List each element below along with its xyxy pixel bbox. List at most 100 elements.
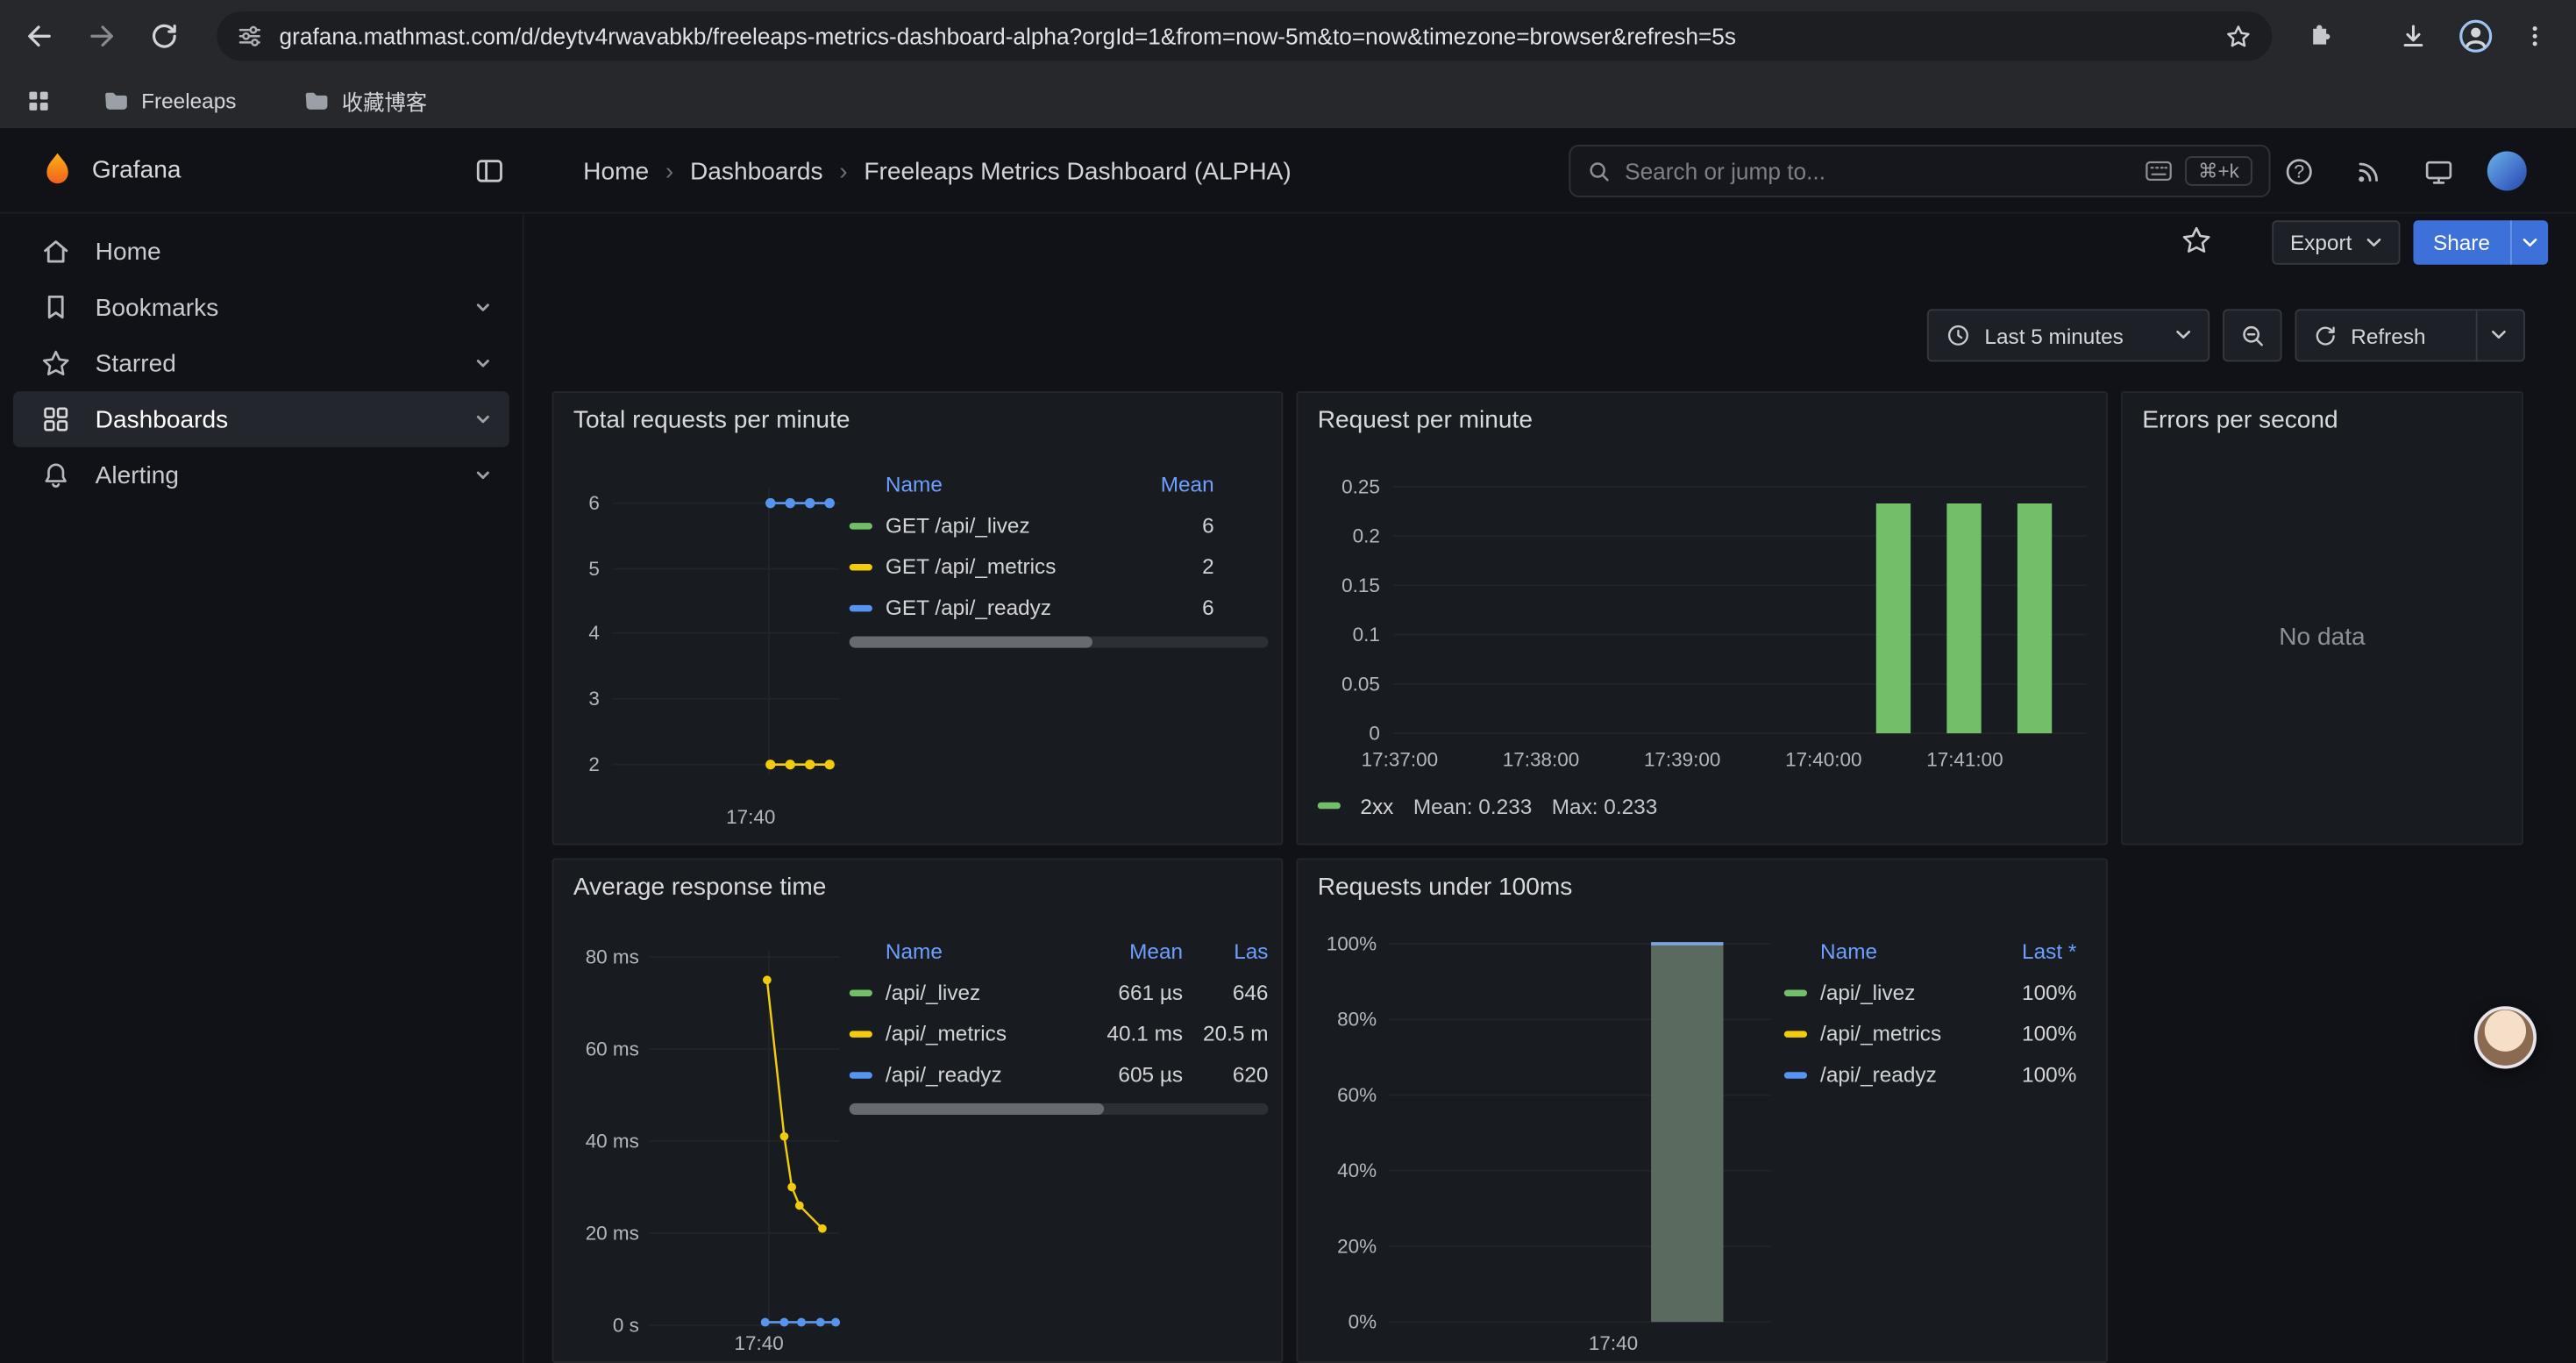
series-color-dash	[850, 1071, 872, 1077]
legend-col-last[interactable]: Las	[1183, 938, 1268, 962]
legend-col-name[interactable]: Name	[886, 471, 1122, 496]
svg-text:20%: 20%	[1337, 1235, 1377, 1257]
panel-title[interactable]: Errors per second	[2142, 406, 2338, 434]
legend-col-last[interactable]: Last *	[1984, 938, 2076, 962]
legend-scrollbar[interactable]	[850, 1103, 1269, 1115]
search-input[interactable]	[1625, 158, 2132, 184]
refresh-button[interactable]: Refresh	[2295, 309, 2525, 361]
svg-text:80%: 80%	[1337, 1009, 1377, 1031]
export-button[interactable]: Export	[2272, 220, 2399, 265]
site-settings-icon[interactable]	[237, 23, 263, 49]
apps-grid-icon[interactable]	[13, 75, 62, 125]
favorite-star-icon[interactable]	[2180, 224, 2212, 256]
svg-text:17:41:00: 17:41:00	[1926, 749, 2003, 771]
svg-text:60 ms: 60 ms	[586, 1038, 639, 1060]
svg-text:0.25: 0.25	[1341, 475, 1380, 497]
share-label[interactable]: Share	[2413, 220, 2509, 265]
legend-col-mean[interactable]: Mean	[1081, 938, 1183, 962]
sidebar-item-label: Starred	[96, 349, 176, 377]
series-color-dash	[1784, 1030, 1807, 1036]
sidebar-item-starred[interactable]: Starred	[13, 335, 509, 391]
svg-text:0.1: 0.1	[1353, 624, 1380, 646]
grafana-app: Grafana Home › Dashboards › Freeleaps Me…	[0, 128, 2576, 1363]
series-color-dash	[850, 1030, 872, 1036]
chevron-down-icon[interactable]	[473, 410, 493, 429]
svg-text:80 ms: 80 ms	[586, 946, 639, 968]
sidebar-item-label: Alerting	[96, 461, 179, 489]
legend-table: Name Last * /api/_livez 100% /api/_metri…	[1784, 929, 2077, 1095]
nav-sidebar: Home Bookmarks Starred Dashboards Alerti…	[0, 214, 524, 1363]
breadcrumb-home[interactable]: Home	[583, 157, 649, 185]
legend-row: /api/_metrics 40.1 ms 20.5 m	[850, 1013, 1269, 1054]
legend-col-name[interactable]: Name	[886, 938, 1081, 962]
chevron-down-icon[interactable]	[473, 466, 493, 485]
svg-text:?: ?	[2293, 160, 2303, 181]
svg-text:5: 5	[588, 558, 599, 580]
svg-text:4: 4	[588, 622, 599, 644]
series-name[interactable]: 2xx	[1360, 793, 1393, 817]
browser-menu-icon[interactable]	[2510, 11, 2559, 61]
svg-text:17:40: 17:40	[735, 1332, 784, 1354]
back-icon[interactable]	[15, 11, 64, 61]
legend-row: /api/_livez 661 µs 646	[850, 972, 1269, 1013]
dashboard-main: Export Share Last 5 minutes Refresh	[524, 214, 2576, 1363]
series-color-dash	[850, 989, 872, 995]
sidebar-item-home[interactable]: Home	[13, 224, 509, 280]
chevron-down-icon[interactable]	[473, 353, 493, 373]
share-menu-caret[interactable]	[2509, 220, 2547, 265]
reload-icon[interactable]	[139, 11, 189, 61]
series-color-dash	[1784, 989, 1807, 995]
panel-requests-under-100ms: Requests under 100ms 100%80%60%40%20%0%1…	[1296, 859, 2108, 1363]
search-box[interactable]: ⌘+k	[1569, 145, 2270, 197]
breadcrumb: Home › Dashboards › Freeleaps Metrics Da…	[583, 128, 1292, 213]
breadcrumb-separator: ›	[839, 157, 847, 185]
bookmark-blogs[interactable]: 收藏博客	[293, 81, 438, 120]
panel-total-requests: Total requests per minute 6543217:40 Nam…	[552, 391, 1284, 845]
svg-text:60%: 60%	[1337, 1084, 1377, 1106]
sidebar-item-dashboards[interactable]: Dashboards	[13, 391, 509, 447]
grafana-wordmark[interactable]: Grafana	[92, 156, 181, 184]
legend-table: Name Mean Las /api/_livez 661 µs 646 /ap…	[850, 929, 1269, 1095]
svg-text:40%: 40%	[1337, 1160, 1377, 1181]
legend-row: GET /api/_readyz 6	[850, 587, 1214, 628]
legend-table: Name Mean GET /api/_livez 6 GET /api/_me…	[850, 462, 1214, 628]
legend-mean: Mean: 0.233	[1413, 793, 1532, 817]
zoom-out-button[interactable]	[2223, 309, 2281, 361]
browser-toolbar: grafana.mathmast.com/d/deytv4rwavabkb/fr…	[0, 0, 2576, 72]
sidebar-item-bookmarks[interactable]: Bookmarks	[13, 280, 509, 336]
refresh-interval-caret[interactable]	[2476, 310, 2508, 360]
time-range-picker[interactable]: Last 5 minutes	[1927, 309, 2210, 361]
news-rss-icon[interactable]	[2345, 148, 2390, 194]
url-text: grafana.mathmast.com/d/deytv4rwavabkb/fr…	[280, 23, 2209, 49]
bookmark-freeleaps[interactable]: Freeleaps	[92, 81, 246, 120]
profile-icon[interactable]	[2451, 11, 2501, 61]
user-avatar[interactable]	[2487, 151, 2527, 190]
breadcrumb-dashboards[interactable]: Dashboards	[690, 157, 823, 185]
chevron-down-icon[interactable]	[473, 297, 493, 317]
legend-col-mean[interactable]: Mean	[1122, 471, 1214, 496]
legend-scrollbar[interactable]	[850, 636, 1269, 647]
screen: grafana.mathmast.com/d/deytv4rwavabkb/fr…	[0, 0, 2576, 1363]
legend-row: GET /api/_livez 6	[850, 505, 1214, 546]
svg-text:17:40: 17:40	[1589, 1332, 1638, 1354]
series-color-dash	[850, 563, 872, 569]
monitor-icon[interactable]	[2415, 148, 2460, 194]
legend-row: /api/_livez 100%	[1784, 972, 2077, 1013]
svg-text:40 ms: 40 ms	[586, 1130, 639, 1152]
downloads-icon[interactable]	[2388, 11, 2437, 61]
forward-icon[interactable]	[77, 11, 126, 61]
no-data-message: No data	[2123, 623, 2522, 651]
sidebar-toggle-icon[interactable]	[473, 154, 506, 187]
home-icon	[39, 235, 72, 268]
extensions-icon[interactable]	[2294, 11, 2343, 61]
address-bar[interactable]: grafana.mathmast.com/d/deytv4rwavabkb/fr…	[217, 11, 2272, 61]
bookmark-star-icon[interactable]	[2224, 22, 2252, 50]
share-button[interactable]: Share	[2413, 220, 2547, 265]
assistant-avatar[interactable]	[2474, 1006, 2537, 1068]
panel-errors-per-second: Errors per second No data	[2121, 391, 2523, 845]
svg-text:17:38:00: 17:38:00	[1503, 749, 1579, 771]
grafana-logo-icon[interactable]	[36, 150, 79, 193]
legend-col-name[interactable]: Name	[1820, 938, 1984, 962]
sidebar-item-alerting[interactable]: Alerting	[13, 447, 509, 503]
help-icon[interactable]: ?	[2275, 148, 2321, 194]
